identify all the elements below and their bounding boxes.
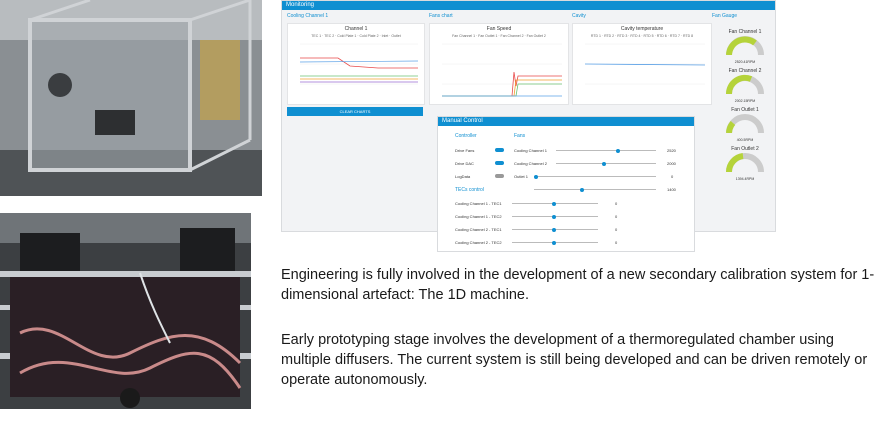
fan-speed-chart: Fan Speed Fan Channel 1 · Fan Outlet 1 ·…: [429, 23, 569, 105]
drive-dac-toggle[interactable]: [495, 161, 504, 165]
gauge-dial-icon: [726, 114, 764, 134]
chamber-photo: [0, 0, 262, 196]
fan-gauge: Fan Outlet 1 400.5RPM: [719, 107, 771, 142]
controller-heading: Controller: [455, 133, 477, 139]
tec-slider[interactable]: [512, 240, 598, 245]
fan-gauge: Fan Outlet 2 1394.4RPM: [719, 146, 771, 181]
tec-value[interactable]: 0: [615, 214, 617, 219]
gauge-dial-icon: [725, 74, 764, 95]
fan-value[interactable]: 0: [671, 174, 673, 179]
logdata-toggle[interactable]: [495, 174, 504, 178]
fan-slider[interactable]: [556, 148, 656, 153]
clear-charts-button[interactable]: CLEAR CHARTS: [287, 107, 423, 116]
drive-fans-toggle[interactable]: [495, 148, 504, 152]
group-title: Cavity: [572, 13, 586, 19]
drive-fans-label: Drive Fans: [455, 148, 475, 153]
fan-slider[interactable]: [534, 187, 656, 192]
gauge-value: 2520.41RPM: [734, 60, 756, 64]
fan-value[interactable]: 1400: [667, 187, 676, 192]
fan-gauge: Fan Channel 2 2002.15RPM: [719, 68, 771, 103]
monitoring-header: Monitoring: [282, 1, 775, 10]
tec-label: Cooling Channel 1 - TEC2: [455, 214, 502, 219]
fan-slider[interactable]: [556, 161, 656, 166]
gauge-dial-icon: [725, 153, 764, 173]
tec-label: Cooling Channel 2 - TEC1: [455, 227, 502, 232]
tecs-heading: TECs control: [455, 187, 484, 193]
fans-heading: Fans: [514, 133, 526, 139]
caption-paragraph-2: Early prototyping stage involves the dev…: [281, 332, 868, 388]
fan-label: Cooling Channel 2: [514, 161, 547, 166]
fan-slider[interactable]: [534, 174, 656, 179]
fan-label: Outlet 1: [514, 174, 529, 179]
manual-control-panel: Manual Control Controller Fans Drive Fan…: [437, 116, 695, 252]
tec-label: Cooling Channel 2 - TEC2: [455, 240, 502, 245]
tec-slider[interactable]: [512, 227, 598, 232]
tec-value[interactable]: 0: [615, 201, 617, 206]
gauge-value: 1394.4RPM: [735, 177, 755, 181]
caption-paragraph-1: Engineering is fully involved in the dev…: [281, 267, 875, 303]
drive-dac-label: Drive DAC: [455, 161, 474, 166]
group-title: Fan Gauge: [712, 13, 738, 19]
diffuser-photo: [0, 213, 251, 409]
tec-slider[interactable]: [512, 214, 598, 219]
channel-1-chart: Channel 1 TEC 1 · TEC 2 · Cold Plate 1 ·…: [287, 23, 425, 105]
manual-control-header: Manual Control: [438, 117, 694, 126]
gauge-value: 2002.15RPM: [734, 99, 756, 103]
fan-label: Cooling Channel 1: [514, 148, 547, 153]
group-title: Fans chart: [429, 13, 453, 19]
fan-value[interactable]: 2000: [667, 161, 676, 166]
gauge-value: 400.5RPM: [736, 138, 754, 142]
tec-value[interactable]: 0: [615, 240, 617, 245]
tec-value[interactable]: 0: [615, 227, 617, 232]
group-title: Cooling Channel 1: [287, 13, 329, 19]
fan-value[interactable]: 2520: [667, 148, 676, 153]
cavity-temperature-chart: Cavity temperature RTD 1 · RTD 2 · RTD 3…: [572, 23, 712, 105]
tec-label: Cooling Channel 1 - TEC1: [455, 201, 502, 206]
gauge-dial-icon: [726, 36, 764, 56]
fan-gauge: Fan Channel 1 2520.41RPM: [719, 29, 771, 64]
logdata-label: LogData: [455, 174, 471, 179]
tec-slider[interactable]: [512, 201, 598, 206]
